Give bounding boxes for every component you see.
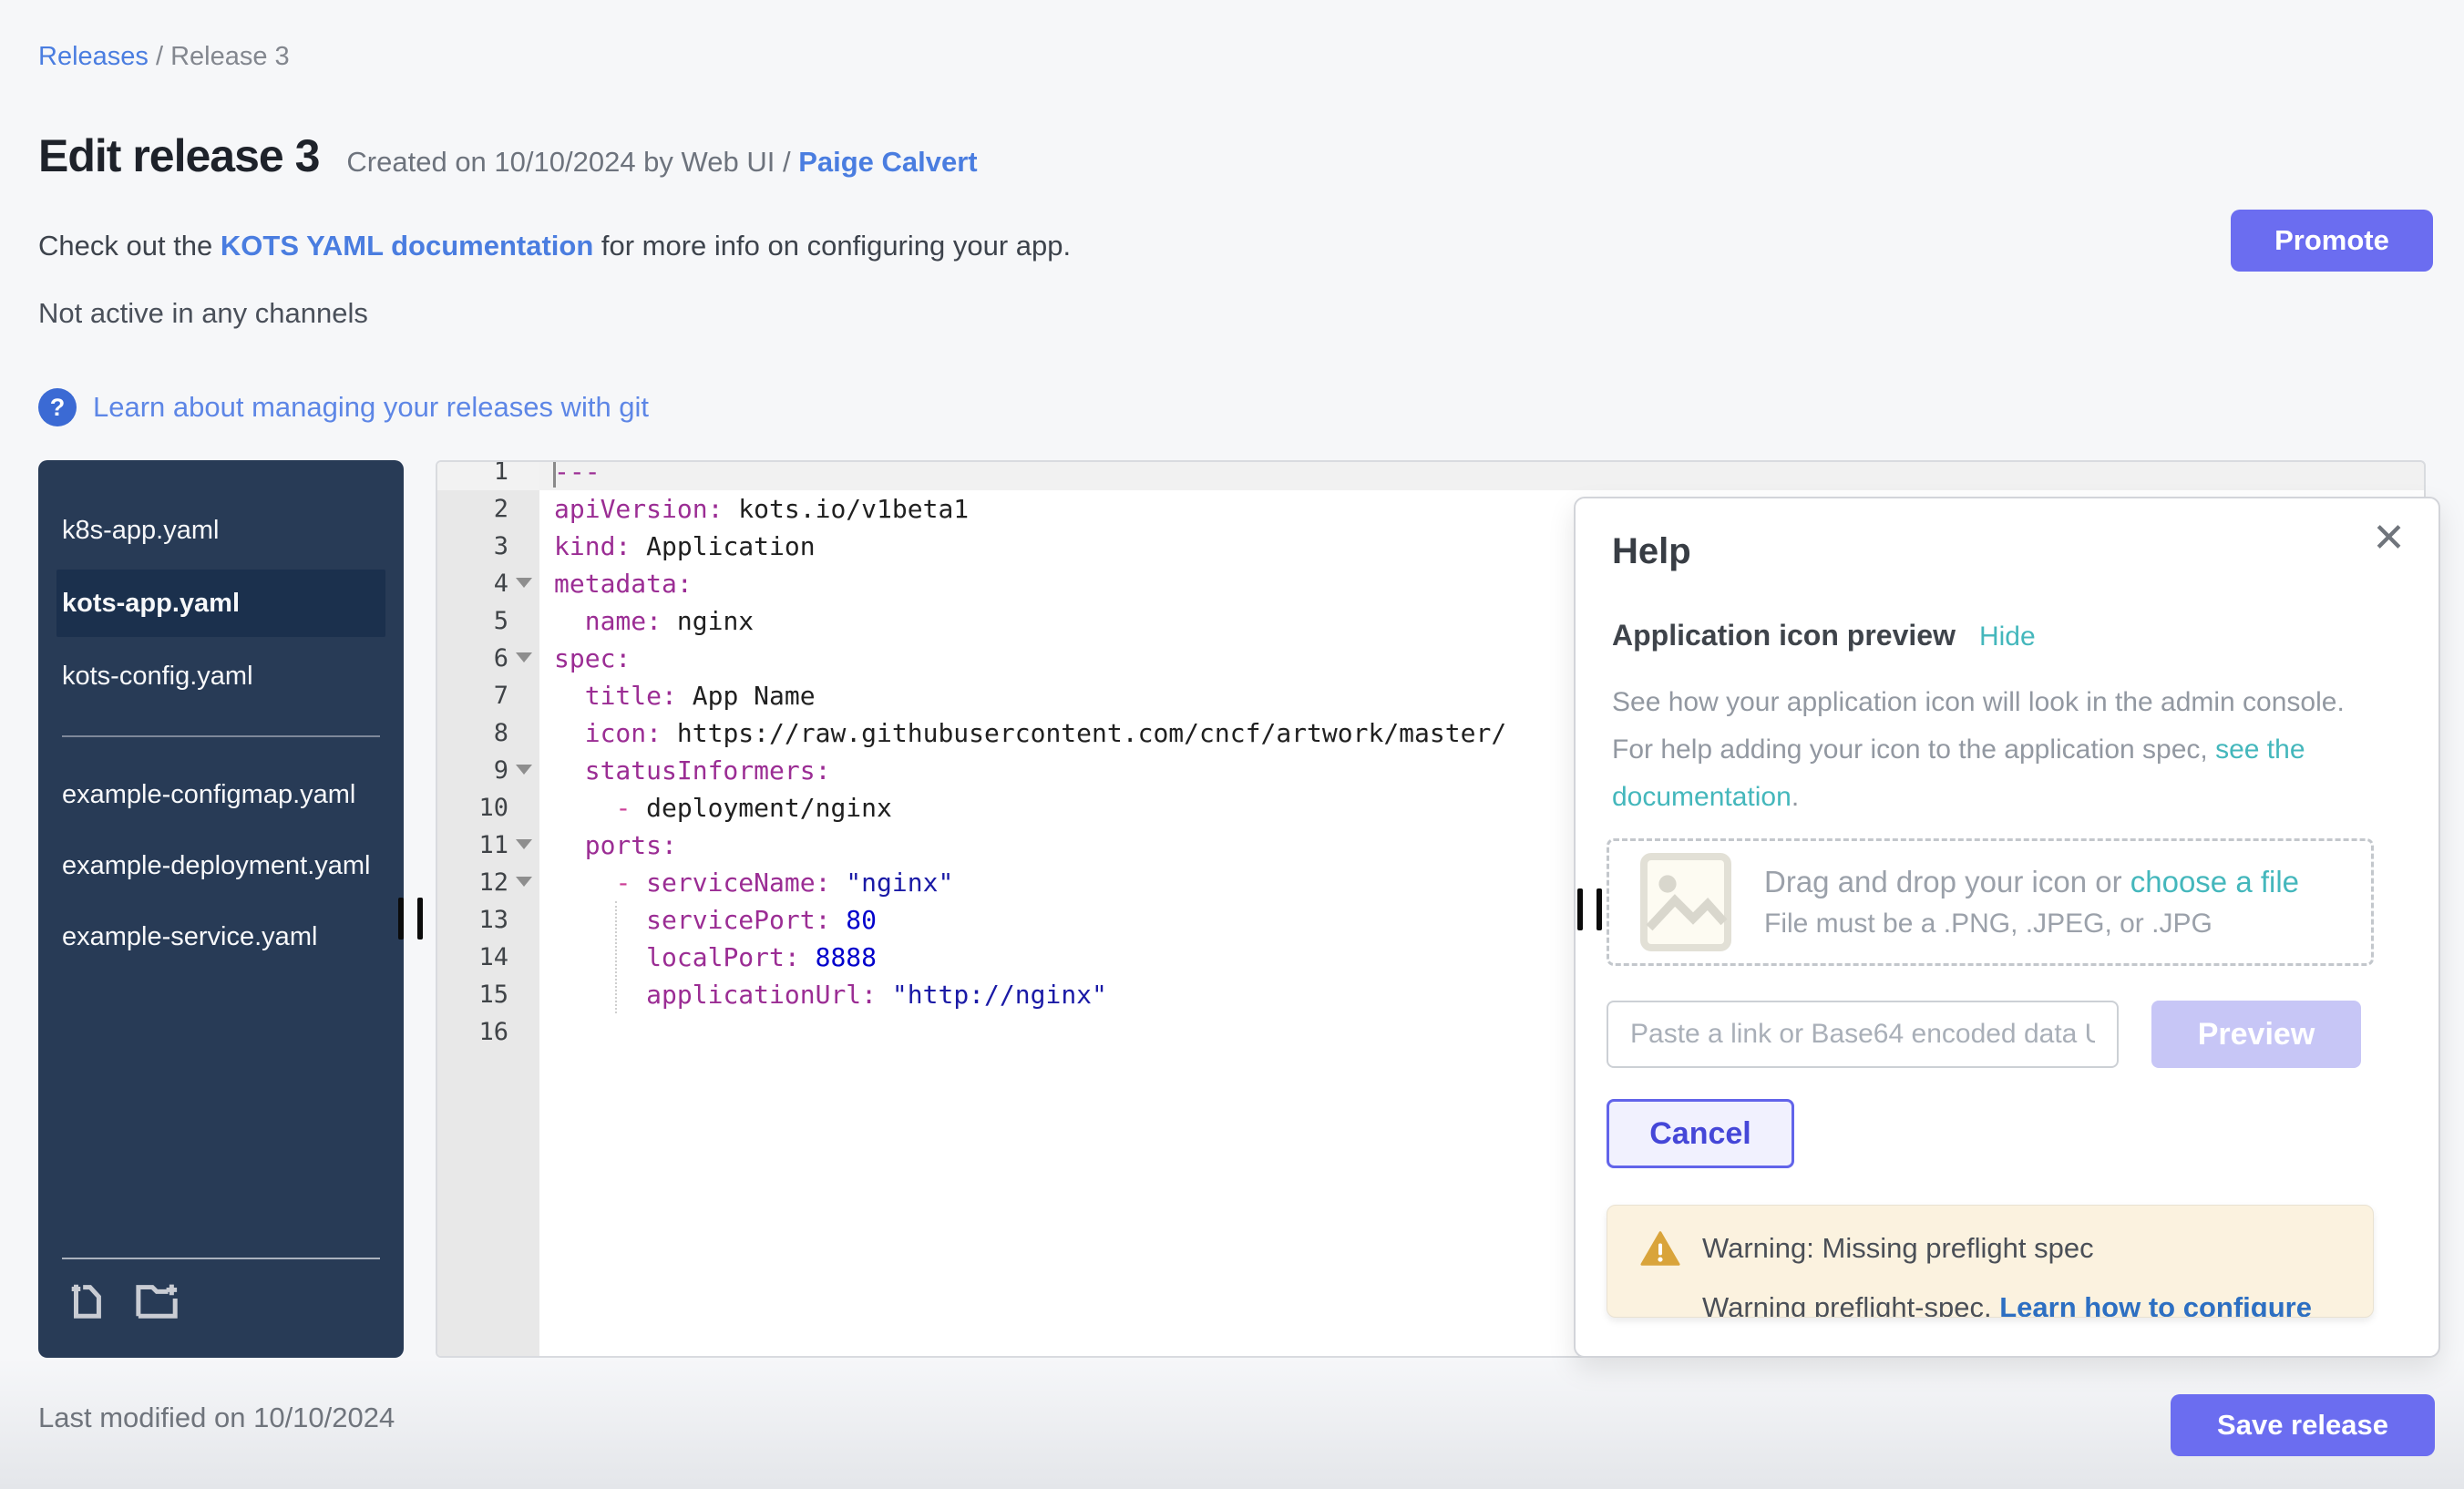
close-icon[interactable]: ✕ xyxy=(2372,519,2406,559)
cancel-button[interactable]: Cancel xyxy=(1607,1099,1794,1168)
line-number: 7 xyxy=(437,677,539,714)
dropzone-text-pre: Drag and drop your icon or xyxy=(1764,865,2130,899)
icon-dropzone[interactable]: Drag and drop your icon or choose a file… xyxy=(1607,838,2374,966)
file-item-example-deployment-yaml[interactable]: example-deployment.yaml xyxy=(38,830,404,901)
fold-arrow-icon[interactable] xyxy=(516,877,532,887)
question-icon: ? xyxy=(38,388,77,426)
git-help-row: ? Learn about managing your releases wit… xyxy=(38,388,649,426)
breadcrumb-releases-link[interactable]: Releases xyxy=(38,42,149,71)
sidebar-resize-handle-bar[interactable] xyxy=(417,898,423,940)
line-number: 8 xyxy=(437,714,539,752)
created-meta-text: Created on 10/10/2024 by Web UI / xyxy=(346,146,790,178)
indent-guide xyxy=(615,901,617,1013)
icon-preview-title: Application icon preview xyxy=(1612,619,1956,652)
file-item-k8s-app-yaml[interactable]: k8s-app.yaml xyxy=(38,495,404,566)
kots-yaml-doc-link[interactable]: KOTS YAML documentation xyxy=(221,230,593,262)
warning-line2-text: Warning preflight-spec. xyxy=(1702,1291,1999,1318)
help-title: Help xyxy=(1612,531,1691,572)
icon-link-input[interactable] xyxy=(1607,1001,2119,1068)
last-modified-text: Last modified on 10/10/2024 xyxy=(38,1402,395,1434)
learn-how-to-configure-link[interactable]: Learn how to configure xyxy=(1999,1291,2312,1318)
line-number: 16 xyxy=(437,1013,539,1051)
intro-post: for more info on configuring your app. xyxy=(593,230,1071,262)
fold-arrow-icon[interactable] xyxy=(516,652,532,662)
file-item-example-configmap-yaml[interactable]: example-configmap.yaml xyxy=(38,759,404,830)
line-number: 6 xyxy=(437,640,539,677)
fold-arrow-icon[interactable] xyxy=(516,578,532,588)
dropzone-requirements: File must be a .PNG, .JPEG, or .JPG xyxy=(1764,909,2299,940)
dropzone-text: Drag and drop your icon or choose a file… xyxy=(1764,865,2299,940)
channel-status: Not active in any channels xyxy=(38,297,368,330)
file-sidebar: k8s-app.yamlkots-app.yamlkots-config.yam… xyxy=(38,460,404,1358)
line-number: 5 xyxy=(437,602,539,640)
line-number: 1 xyxy=(437,462,539,490)
footer-bar: Last modified on 10/10/2024 xyxy=(0,1358,2464,1489)
desc-post: . xyxy=(1792,782,1799,812)
line-number: 12 xyxy=(437,864,539,901)
choose-file-link[interactable]: choose a file xyxy=(2130,865,2299,899)
editor-resize-handle-bar[interactable] xyxy=(1577,888,1583,930)
intro-line: Check out the KOTS YAML documentation fo… xyxy=(38,230,1071,262)
fold-arrow-icon[interactable] xyxy=(516,765,532,775)
file-item-example-service-yaml[interactable]: example-service.yaml xyxy=(38,901,404,972)
icon-preview-description: See how your application icon will look … xyxy=(1612,679,2387,821)
icon-link-row: Preview xyxy=(1607,1001,2361,1068)
file-group-divider xyxy=(62,735,380,737)
preflight-warning-box: Warning: Missing preflight spec Warning … xyxy=(1607,1205,2374,1318)
line-number: 10 xyxy=(437,789,539,827)
author-link[interactable]: Paige Calvert xyxy=(798,146,977,178)
breadcrumb: Releases / Release 3 xyxy=(38,42,290,72)
line-number: 9 xyxy=(437,752,539,789)
page-title: Edit release 3 xyxy=(38,129,319,182)
image-placeholder-icon xyxy=(1638,851,1733,953)
line-number: 14 xyxy=(437,939,539,976)
file-item-kots-config-yaml[interactable]: kots-config.yaml xyxy=(38,641,404,712)
intro-pre: Check out the xyxy=(38,230,221,262)
line-number: 3 xyxy=(437,528,539,565)
edit-release-page: Releases / Release 3 Edit release 3 Crea… xyxy=(0,0,2464,1489)
sidebar-bottom xyxy=(38,1258,404,1358)
warning-line2: Warning preflight-spec. Learn how to con… xyxy=(1702,1291,2373,1318)
editor-resize-handle-bar[interactable] xyxy=(1596,888,1602,930)
title-row: Edit release 3 Created on 10/10/2024 by … xyxy=(38,129,978,182)
editor-gutter: 12345678910111213141516 xyxy=(437,462,539,1356)
save-release-button[interactable]: Save release xyxy=(2171,1394,2435,1456)
warning-line1: Warning: Missing preflight spec xyxy=(1702,1232,2094,1265)
file-item-kots-app-yaml[interactable]: kots-app.yaml xyxy=(56,570,385,637)
line-number: 15 xyxy=(437,976,539,1013)
promote-button[interactable]: Promote xyxy=(2231,210,2433,272)
help-panel: ✕ Help Application icon preview Hide See… xyxy=(1574,497,2440,1358)
icon-preview-section: Application icon preview Hide xyxy=(1612,619,2036,652)
fold-arrow-icon[interactable] xyxy=(516,839,532,849)
git-help-link[interactable]: Learn about managing your releases with … xyxy=(93,391,649,424)
hide-link[interactable]: Hide xyxy=(1979,621,2036,652)
line-number: 2 xyxy=(437,490,539,528)
created-meta: Created on 10/10/2024 by Web UI / Paige … xyxy=(346,146,977,179)
line-number: 13 xyxy=(437,901,539,939)
breadcrumb-separator: / xyxy=(156,42,170,71)
sidebar-resize-handle-bar[interactable] xyxy=(398,898,404,940)
code-line: --- xyxy=(554,462,2424,490)
new-file-icon[interactable] xyxy=(66,1278,108,1321)
line-number: 11 xyxy=(437,827,539,864)
breadcrumb-current: Release 3 xyxy=(170,42,290,71)
file-list: k8s-app.yamlkots-app.yamlkots-config.yam… xyxy=(38,460,404,972)
new-folder-icon[interactable] xyxy=(133,1278,182,1321)
line-number: 4 xyxy=(437,565,539,602)
warning-icon xyxy=(1640,1229,1680,1268)
preview-button[interactable]: Preview xyxy=(2151,1001,2361,1068)
